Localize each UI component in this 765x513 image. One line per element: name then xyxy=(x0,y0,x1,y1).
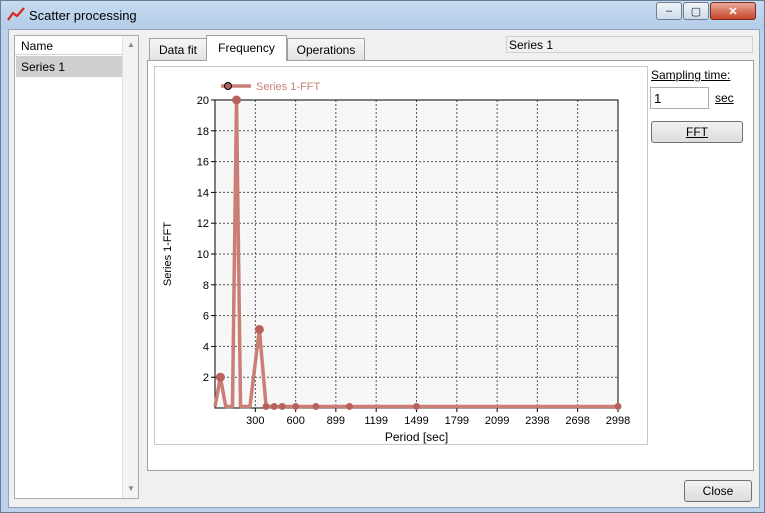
legend-marker xyxy=(224,82,232,90)
x-tick-label: 2099 xyxy=(485,415,509,427)
list-header-name[interactable]: Name xyxy=(15,36,123,55)
scroll-up-icon[interactable]: ▲ xyxy=(126,40,136,50)
data-point xyxy=(262,402,270,410)
minimize-button[interactable]: – xyxy=(656,2,682,20)
close-button[interactable]: Close xyxy=(684,480,752,502)
y-tick-label: 6 xyxy=(203,311,209,323)
y-tick-label: 10 xyxy=(197,249,209,261)
x-tick-label: 2998 xyxy=(606,415,630,427)
data-point xyxy=(413,402,420,410)
data-point xyxy=(312,402,320,410)
tab-frequency[interactable]: Frequency xyxy=(206,35,287,61)
x-tick-label: 1499 xyxy=(404,415,428,427)
client-area: Name Series 1 ▲ ▼ Data fit Frequency Ope… xyxy=(8,29,760,508)
y-tick-label: 12 xyxy=(197,218,209,230)
series-list[interactable]: Name Series 1 ▲ ▼ xyxy=(14,35,139,499)
data-point xyxy=(292,402,300,410)
y-tick-label: 2 xyxy=(203,372,209,384)
data-point xyxy=(345,402,353,410)
x-tick-label: 2398 xyxy=(525,415,549,427)
y-tick-label: 16 xyxy=(197,157,209,169)
data-point xyxy=(278,402,286,410)
tab-operations[interactable]: Operations xyxy=(287,38,365,60)
chart-frame: 300 600 899 1199 1499 1799 2099 2398 2698 2998 2 4 6… xyxy=(154,66,648,445)
fft-button[interactable]: FFT xyxy=(651,121,743,143)
sampling-time-label: Sampling time: xyxy=(651,68,730,82)
list-item-series-1[interactable]: Series 1 xyxy=(16,56,122,77)
maximize-icon: ▢ xyxy=(690,5,702,18)
y-tick-label: 14 xyxy=(197,187,209,199)
y-tick-label: 8 xyxy=(203,280,209,292)
y-tick-label: 18 xyxy=(197,126,209,138)
scatter-processing-window: Scatter processing – ▢ ✕ Name Series 1 ▲… xyxy=(0,0,765,513)
sampling-time-label-text: Sampling time: xyxy=(651,68,731,82)
data-point xyxy=(232,95,242,105)
y-tick-label: 20 xyxy=(197,95,209,107)
window-title: Scatter processing xyxy=(29,8,137,23)
x-axis-label: Period [sec] xyxy=(385,430,448,444)
x-tick-label: 300 xyxy=(246,415,264,427)
y-axis-label: Series 1-FFT xyxy=(162,222,174,286)
sampling-time-input[interactable] xyxy=(650,87,709,109)
fft-chart: 300 600 899 1199 1499 1799 2099 2398 2698 2998 2 4 6… xyxy=(162,81,630,444)
frequency-panel: 300 600 899 1199 1499 1799 2099 2398 2698 2998 2 4 6… xyxy=(147,60,754,471)
x-tick-label: 2698 xyxy=(565,415,589,427)
x-tick-label: 600 xyxy=(286,415,304,427)
data-point xyxy=(215,372,225,382)
maximize-button[interactable]: ▢ xyxy=(683,2,709,20)
legend-label: Series 1-FFT xyxy=(256,81,320,93)
minimize-icon: – xyxy=(665,5,673,17)
fft-button-label: FFT xyxy=(686,125,708,139)
app-icon xyxy=(7,7,25,21)
title-bar[interactable]: Scatter processing – ▢ ✕ xyxy=(1,1,764,29)
y-tick-label: 4 xyxy=(203,341,209,353)
x-tick-label: 1199 xyxy=(364,415,388,427)
list-scrollbar[interactable]: ▲ ▼ xyxy=(122,36,138,498)
close-icon: ✕ xyxy=(728,5,738,18)
x-tick-label: 899 xyxy=(327,415,345,427)
selected-series-field: Series 1 xyxy=(506,36,753,53)
sampling-unit-label: sec xyxy=(715,91,734,105)
x-tick-label: 1799 xyxy=(445,415,469,427)
close-window-button[interactable]: ✕ xyxy=(710,2,756,20)
data-point xyxy=(614,402,622,410)
data-point xyxy=(254,324,264,334)
scroll-down-icon[interactable]: ▼ xyxy=(126,484,136,494)
data-point xyxy=(270,402,278,410)
tab-data-fit[interactable]: Data fit xyxy=(149,38,207,60)
